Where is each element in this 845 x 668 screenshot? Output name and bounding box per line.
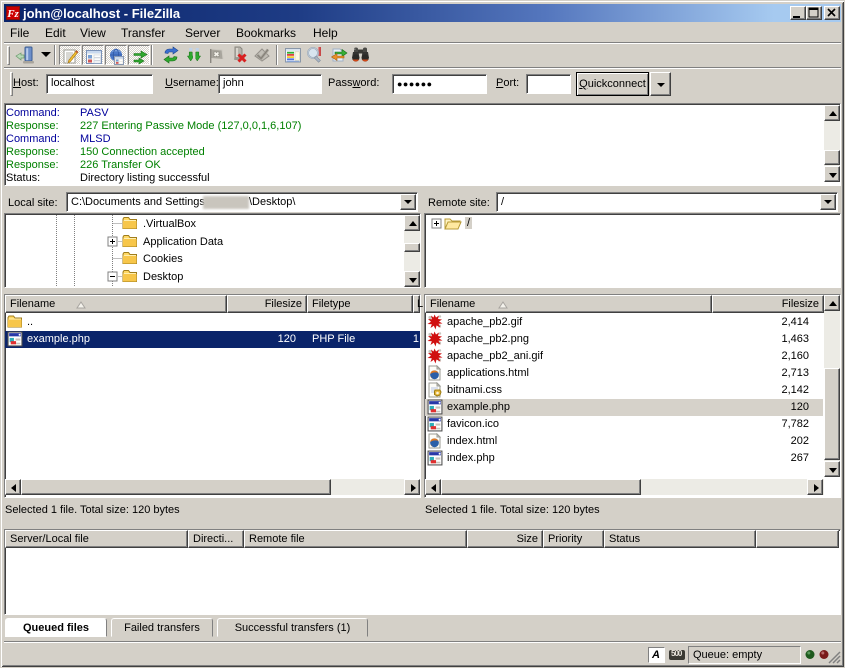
svg-text:Fz: Fz [6,8,19,20]
